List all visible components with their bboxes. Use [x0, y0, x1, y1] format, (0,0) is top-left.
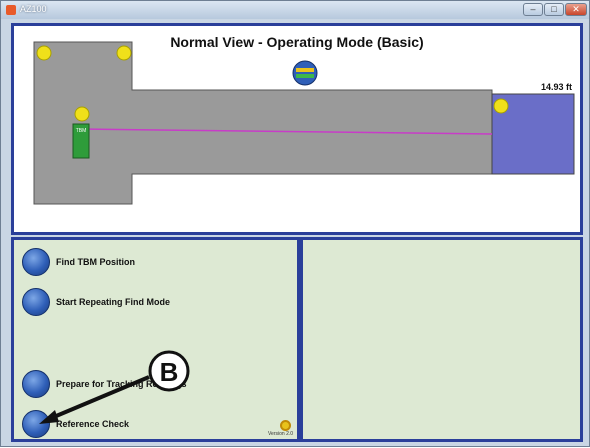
- callout-letter: B: [160, 357, 179, 387]
- callout-arrow: [48, 375, 150, 421]
- callout-overlay: B: [39, 350, 190, 424]
- callout-arrowhead: [39, 410, 59, 424]
- app-window: AZ100 – □ ✕ TBM Normal View - Operating …: [0, 0, 590, 447]
